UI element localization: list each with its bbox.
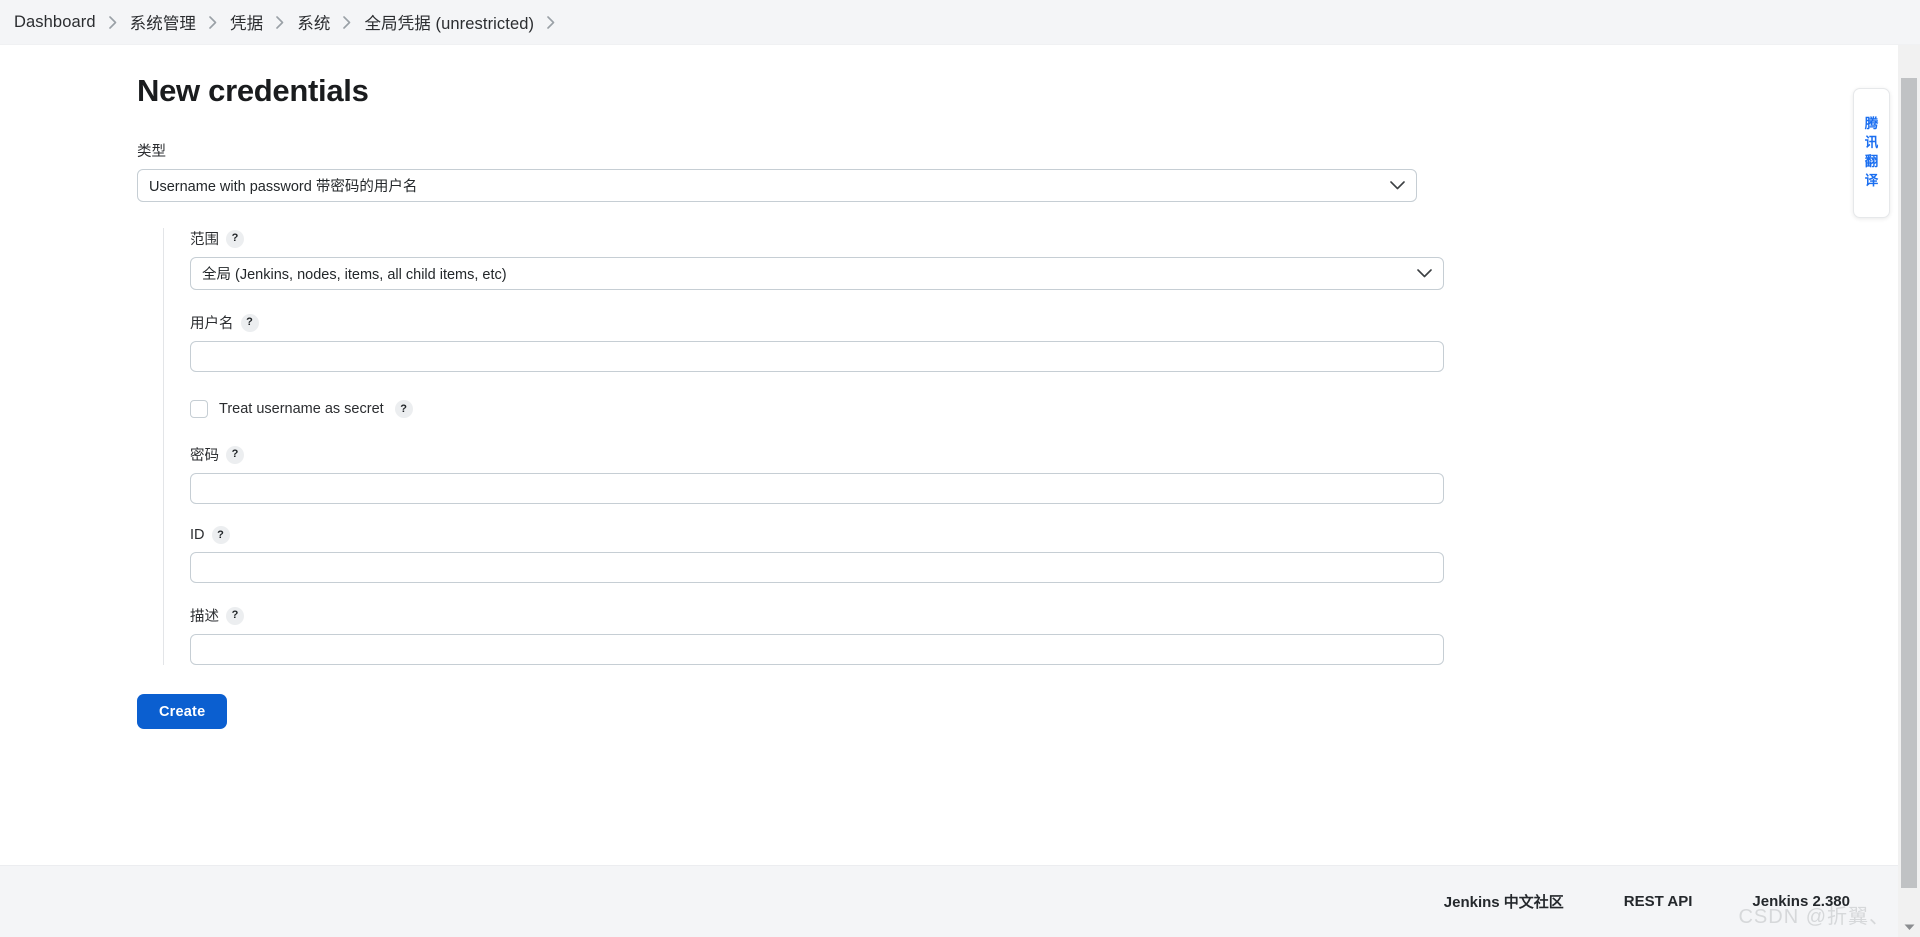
breadcrumb-item-system[interactable]: 系统 [297,10,330,34]
vertical-scrollbar[interactable] [1898,45,1920,937]
credential-fields-section: 范围 ? 全局 (Jenkins, nodes, items, all chil… [163,228,1920,665]
scope-select[interactable]: 全局 (Jenkins, nodes, items, all child ite… [190,257,1444,290]
treat-username-as-secret-checkbox[interactable] [190,400,208,418]
field-group-description: 描述 ? [190,605,1920,665]
password-label-text: 密码 [190,448,219,464]
page-title: New credentials [137,73,369,108]
breadcrumb-item-system-management[interactable]: 系统管理 [130,10,196,34]
main-content: New credentials 类型 Username with passwor… [0,45,1920,890]
field-group-id: ID ? [190,526,1920,583]
id-input[interactable] [190,552,1444,583]
jenkins-new-credentials-page: Dashboard 系统管理 凭据 系统 全局凭据 (unrestricted)… [0,0,1920,937]
help-icon[interactable]: ? [240,313,259,332]
help-icon[interactable]: ? [226,606,244,625]
field-group-password: 密码 ? [190,444,1920,504]
field-group-username: 用户名 ? [190,312,1920,372]
scope-selected-value: 全局 (Jenkins, nodes, items, all child ite… [202,267,507,283]
breadcrumb-item-dashboard[interactable]: Dashboard [14,13,96,32]
chevron-right-icon [276,15,284,29]
breadcrumb-item-global-credentials[interactable]: 全局凭据 (unrestricted) [364,10,534,34]
username-input[interactable] [190,341,1444,372]
password-label: 密码 ? [190,444,1920,465]
tencent-translate-widget[interactable]: 腾 讯 翻 译 [1853,88,1890,218]
credential-type-selected-value: Username with password 带密码的用户名 [149,179,418,195]
treat-username-as-secret-label: Treat username as secret [219,401,384,417]
help-icon[interactable]: ? [394,400,413,418]
chevron-down-icon [1390,178,1405,194]
scroll-down-arrow-icon[interactable] [1898,917,1920,937]
translate-char-4: 译 [1864,172,1879,188]
field-group-type: 类型 Username with password 带密码的用户名 [137,140,1920,202]
description-label: 描述 ? [190,605,1920,626]
chevron-right-icon [209,15,217,29]
create-button[interactable]: Create [137,694,228,729]
id-label-text: ID [190,527,205,543]
breadcrumb: Dashboard 系统管理 凭据 系统 全局凭据 (unrestricted) [0,0,1920,45]
breadcrumb-item-credentials[interactable]: 凭据 [230,10,263,34]
footer-link-rest-api[interactable]: REST API [1624,893,1693,910]
credential-type-select[interactable]: Username with password 带密码的用户名 [137,169,1417,202]
footer-link-jenkins-community[interactable]: Jenkins 中文社区 [1444,891,1564,912]
help-icon[interactable]: ? [226,229,244,248]
chevron-right-icon [343,15,351,29]
username-label-text: 用户名 [190,316,234,332]
type-label-text: 类型 [137,144,166,160]
chevron-right-icon [108,15,117,29]
translate-char-3: 翻 [1864,154,1879,169]
scope-label: 范围 ? [190,228,1920,249]
username-label: 用户名 ? [190,312,1920,333]
help-icon[interactable]: ? [226,445,244,464]
footer-jenkins-version: Jenkins 2.380 [1752,893,1850,910]
scope-label-text: 范围 [190,232,219,248]
translate-char-2: 讯 [1864,135,1879,151]
chevron-down-icon [1417,266,1432,282]
password-input[interactable] [190,473,1444,504]
page-footer: Jenkins 中文社区 REST API Jenkins 2.380 [0,865,1898,937]
form-actions: Create [137,665,1920,729]
scrollbar-thumb[interactable] [1901,78,1917,888]
field-group-treat-username-as-secret: Treat username as secret ? [190,394,1920,422]
chevron-right-icon [547,15,555,29]
type-label: 类型 [137,140,1920,161]
id-label: ID ? [190,526,1920,544]
description-input[interactable] [190,634,1444,665]
field-group-scope: 范围 ? 全局 (Jenkins, nodes, items, all chil… [190,228,1920,290]
description-label-text: 描述 [190,609,219,625]
translate-char-1: 腾 [1864,116,1879,132]
help-icon[interactable]: ? [211,526,230,544]
treat-username-as-secret-row[interactable]: Treat username as secret ? [190,394,1920,422]
